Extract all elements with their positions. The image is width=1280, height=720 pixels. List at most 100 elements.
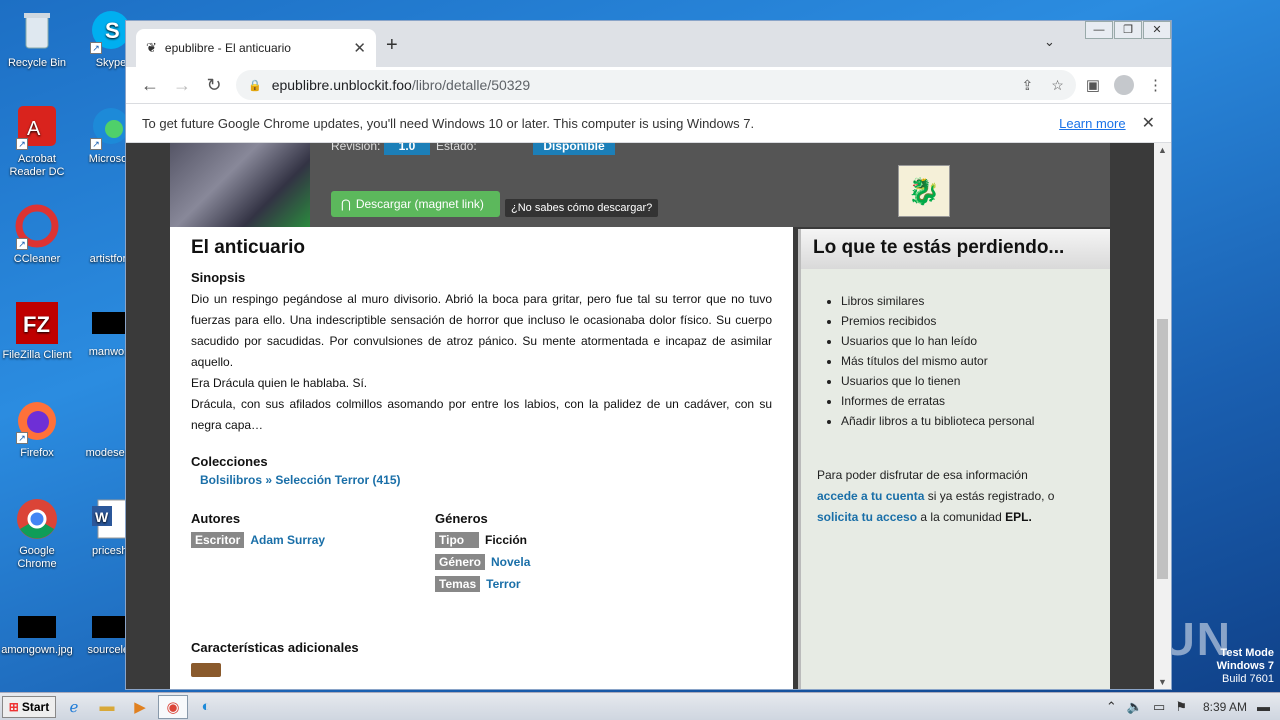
magnet-icon: ⋂ [341,197,351,211]
chrome-taskbar-icon[interactable]: ◉ [158,694,188,719]
desktop-icon-chrome[interactable]: Google Chrome [0,496,74,571]
chrome-window: ❦ epublibre - El anticuario ✕ + ⌄ — ❐ ✕ … [125,20,1172,690]
page-scrollbar[interactable]: ▲ ▼ [1154,143,1171,689]
author-row: Escritor Adam Surray [191,532,435,548]
epublibre-favicon-icon: ❦ [146,40,157,55]
genre-value: Ficción [485,533,528,547]
desktop-icon-label: Google Chrome [17,545,57,570]
generos-section: Géneros Tipo Ficción Género Novela Temas… [435,511,679,592]
autores-heading: Autores [191,511,241,526]
volume-icon[interactable]: 🔈 [1127,699,1143,715]
genre-link[interactable]: Terror [486,577,520,591]
sidebar-item: Premios recibidos [841,311,1110,331]
genre-tag: Tipo [435,532,479,548]
restore-button[interactable]: ❐ [1114,21,1142,39]
start-button[interactable]: ⊞ Start [2,695,56,718]
toolbar-right: ▣ ⋮ [1086,75,1163,95]
genre-link[interactable]: Novela [491,555,530,569]
tab-active[interactable]: ❦ epublibre - El anticuario ✕ [136,29,376,67]
edge-taskbar-icon[interactable]: ◐ [191,695,221,719]
system-tray: ⌃ 🔈 ▭ ⚑ 8:39 AM ▬ [1106,699,1270,715]
estado-label: Estado: [436,143,477,153]
close-window-button[interactable]: ✕ [1143,21,1171,39]
test-mode-notice: Test Mode Windows 7 Build 7601 [1217,647,1274,686]
download-magnet-button[interactable]: ⋂ Descargar (magnet link) [331,191,500,217]
genre-tag: Temas [435,576,481,592]
recycle-bin-icon [14,8,60,54]
page-viewport: Revisión: 1.0 Estado: Disponible ⋂ Desca… [126,143,1155,689]
learn-more-link[interactable]: Learn more [1059,116,1125,131]
info-text: a la comunidad [920,510,1002,524]
browser-toolbar: ← → ↻ 🔒 epublibre.unblockit.foo/libro/de… [126,67,1171,103]
reload-button[interactable]: ↻ [198,75,230,96]
desktop-icon-recycle-bin[interactable]: Recycle Bin [0,8,74,70]
book-format-icon [191,663,221,677]
svg-text:W: W [95,509,109,525]
generos-heading: Géneros [435,511,488,526]
url-host: epublibre.unblockit.foo [271,77,412,93]
login-link[interactable]: accede a tu cuenta [817,489,924,503]
desktop-icon-filezilla[interactable]: FZ FileZilla Client [0,300,74,362]
desktop-icon-ccleaner[interactable]: ↗ CCleaner [0,204,74,266]
colecciones-heading: Colecciones [191,454,268,469]
forward-button[interactable]: → [166,75,198,96]
scroll-down-icon[interactable]: ▼ [1158,677,1167,687]
desktop-icon-amongown[interactable]: amongown.jpg [0,606,74,657]
genre-tag: Género [435,554,486,570]
sidebar-item: Usuarios que lo tienen [841,371,1110,391]
network-icon[interactable]: ▭ [1153,699,1165,715]
scroll-up-icon[interactable]: ▲ [1158,145,1167,155]
author-link[interactable]: Adam Surray [250,533,325,547]
lock-icon: 🔒 [248,79,262,92]
svg-text:FZ: FZ [23,312,50,337]
close-tab-icon[interactable]: ✕ [353,39,366,57]
book-cover-image [170,143,310,227]
share-icon[interactable]: ⇪ [1022,77,1034,94]
howto-download-button[interactable]: ¿No sabes cómo descargar? [505,199,659,217]
media-player-icon[interactable]: ▶ [125,695,155,719]
tray-expand-icon[interactable]: ⌃ [1106,699,1117,715]
sidebar-item: Informes de erratas [841,391,1110,411]
desktop-icon-label: CCleaner [13,253,61,265]
desktop-icon-label: Firefox [20,447,54,459]
side-panel-icon[interactable]: ▣ [1086,76,1100,94]
sidebar-item: Usuarios que lo han leído [841,331,1110,351]
sidebar-heading: Lo que te estás perdiendo... [801,229,1110,269]
windows-version-line: Windows 7 [1216,660,1274,672]
scrollbar-thumb[interactable] [1157,319,1168,579]
new-tab-button[interactable]: + [386,34,398,57]
genre-row: Género Novela [435,554,679,570]
back-button[interactable]: ← [134,75,166,96]
ccleaner-icon: ↗ [14,204,60,250]
minimize-button[interactable]: — [1085,21,1113,39]
colecciones-section: Colecciones Bolsilibros » Selección Terr… [191,454,772,487]
tab-search-chevron-icon[interactable]: ⌄ [1044,34,1055,50]
chrome-icon [14,496,60,542]
svg-text:S: S [105,18,120,43]
coleccion-link[interactable]: Bolsilibros » Selección Terror (415) [200,473,401,487]
sidebar-item: Añadir libros a tu biblioteca personal [841,411,1110,431]
close-infobar-icon[interactable]: ✕ [1142,113,1155,133]
revision-label: Revisión: [331,143,381,153]
show-desktop-icon[interactable]: ▬ [1257,699,1270,714]
sinopsis-paragraph: Drácula, con sus afilados colmillos asom… [191,397,772,432]
desktop-icon-firefox[interactable]: ↗ Firefox [0,398,74,460]
clock[interactable]: 8:39 AM [1203,700,1247,714]
menu-kebab-icon[interactable]: ⋮ [1148,76,1163,94]
address-bar[interactable]: 🔒 epublibre.unblockit.foo/libro/detalle/… [236,70,1076,100]
revision-value: 1.0 [384,143,430,155]
internet-explorer-icon[interactable]: ℯ [59,695,89,719]
genre-row: Temas Terror [435,576,679,592]
sinopsis-heading: Sinopsis [191,270,246,285]
desktop-icon-acrobat[interactable]: A ↗ Acrobat Reader DC [0,104,74,179]
profile-avatar[interactable] [1114,75,1134,95]
bookmark-star-icon[interactable]: ☆ [1051,77,1064,94]
caracteristicas-heading: Características adicionales [191,640,359,655]
book-header: Revisión: 1.0 Estado: Disponible ⋂ Desca… [170,143,1110,227]
tab-strip: ❦ epublibre - El anticuario ✕ + ⌄ — ❐ ✕ [126,21,1171,67]
action-center-flag-icon[interactable]: ⚑ [1175,699,1187,715]
file-explorer-icon[interactable]: ▬ [92,695,122,719]
request-access-link[interactable]: solicita tu acceso [817,510,917,524]
svg-text:A: A [27,118,41,140]
autores-section: Autores Escritor Adam Surray [191,511,435,592]
